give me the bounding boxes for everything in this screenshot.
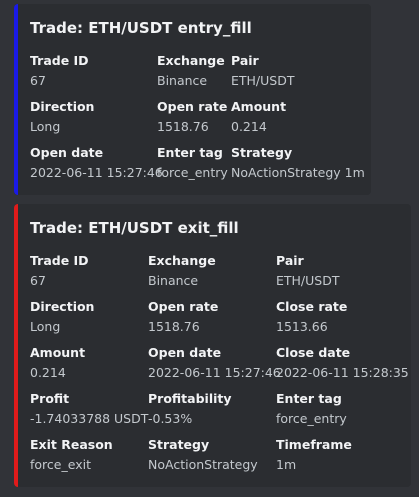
field-name: Amount — [30, 345, 86, 360]
field-strategy: Strategy NoActionStrategy — [148, 437, 258, 474]
field-strategy: Strategy NoActionStrategy 1m — [231, 145, 365, 182]
field-exit-reason: Exit Reason force_exit — [30, 437, 113, 474]
field-name: Amount — [231, 99, 287, 114]
field-value: 1513.66 — [276, 319, 328, 334]
field-open-date: Open date 2022-06-11 15:27:46 — [148, 345, 281, 382]
embed-title: Trade: ETH/USDT entry_fill — [30, 19, 252, 37]
field-exchange: Exchange Binance — [157, 53, 225, 90]
entry-fill-embed: Trade: ETH/USDT entry_fill Trade ID 67 E… — [14, 4, 371, 195]
field-profitability: Profitability -0.53% — [148, 391, 232, 428]
field-value: Binance — [157, 73, 208, 88]
field-name: Exchange — [157, 53, 225, 68]
field-direction: Direction Long — [30, 299, 94, 336]
embed-accent-bar — [14, 4, 18, 195]
field-value: 2022-06-11 15:28:35 — [276, 365, 409, 380]
field-value: ETH/USDT — [276, 273, 340, 288]
field-value: 67 — [30, 273, 46, 288]
field-enter-tag: Enter tag force_entry — [157, 145, 228, 182]
field-name: Trade ID — [30, 53, 89, 68]
field-name: Enter tag — [157, 145, 223, 160]
field-name: Strategy — [148, 437, 210, 452]
field-name: Open date — [148, 345, 222, 360]
field-trade-id: Trade ID 67 — [30, 53, 89, 90]
field-value: force_exit — [30, 457, 91, 472]
field-amount: Amount 0.214 — [231, 99, 286, 136]
field-name: Close date — [276, 345, 351, 360]
field-value: 2022-06-11 15:27:46 — [148, 365, 281, 380]
field-name: Timeframe — [276, 437, 352, 452]
field-open-date: Open date 2022-06-11 15:27:46 — [30, 145, 163, 182]
field-value: 2022-06-11 15:27:46 — [30, 165, 163, 180]
field-profit: Profit -1.74033788 USDT — [30, 391, 148, 428]
field-value: -0.53% — [148, 411, 193, 426]
field-name: Open rate — [148, 299, 219, 314]
field-name: Direction — [30, 99, 95, 114]
field-close-rate: Close rate 1513.66 — [276, 299, 347, 336]
field-value: -1.74033788 USDT — [30, 411, 149, 426]
field-value: force_entry — [157, 165, 228, 180]
field-pair: Pair ETH/USDT — [276, 253, 340, 290]
field-direction: Direction Long — [30, 99, 94, 136]
field-value: Long — [30, 319, 61, 334]
field-name: Pair — [231, 53, 259, 68]
field-value: NoActionStrategy 1m — [231, 165, 365, 180]
field-name: Exit Reason — [30, 437, 113, 452]
field-value: 0.214 — [30, 365, 66, 380]
field-value: ETH/USDT — [231, 73, 295, 88]
embed-title: Trade: ETH/USDT exit_fill — [30, 219, 239, 237]
field-name: Close rate — [276, 299, 348, 314]
field-name: Open date — [30, 145, 104, 160]
field-open-rate: Open rate 1518.76 — [157, 99, 227, 136]
field-timeframe: Timeframe 1m — [276, 437, 352, 474]
field-name: Open rate — [157, 99, 228, 114]
field-value: Long — [30, 119, 61, 134]
field-name: Enter tag — [276, 391, 342, 406]
field-value: 1518.76 — [157, 119, 209, 134]
field-name: Strategy — [231, 145, 293, 160]
field-name: Pair — [276, 253, 304, 268]
field-name: Direction — [30, 299, 95, 314]
field-trade-id: Trade ID 67 — [30, 253, 89, 290]
field-value: 1m — [276, 457, 297, 472]
field-value: 0.214 — [231, 119, 267, 134]
embed-accent-bar — [14, 204, 18, 487]
field-value: force_entry — [276, 411, 347, 426]
field-pair: Pair ETH/USDT — [231, 53, 295, 90]
field-value: Binance — [148, 273, 199, 288]
field-enter-tag: Enter tag force_entry — [276, 391, 347, 428]
field-value: 1518.76 — [148, 319, 200, 334]
field-exchange: Exchange Binance — [148, 253, 216, 290]
field-value: 67 — [30, 73, 46, 88]
exit-fill-embed: Trade: ETH/USDT exit_fill Trade ID 67 Ex… — [14, 204, 411, 487]
field-name: Profitability — [148, 391, 232, 406]
field-amount: Amount 0.214 — [30, 345, 85, 382]
field-name: Exchange — [148, 253, 216, 268]
field-close-date: Close date 2022-06-11 15:28:35 — [276, 345, 409, 382]
field-value: NoActionStrategy — [148, 457, 258, 472]
field-open-rate: Open rate 1518.76 — [148, 299, 218, 336]
field-name: Trade ID — [30, 253, 89, 268]
field-name: Profit — [30, 391, 70, 406]
